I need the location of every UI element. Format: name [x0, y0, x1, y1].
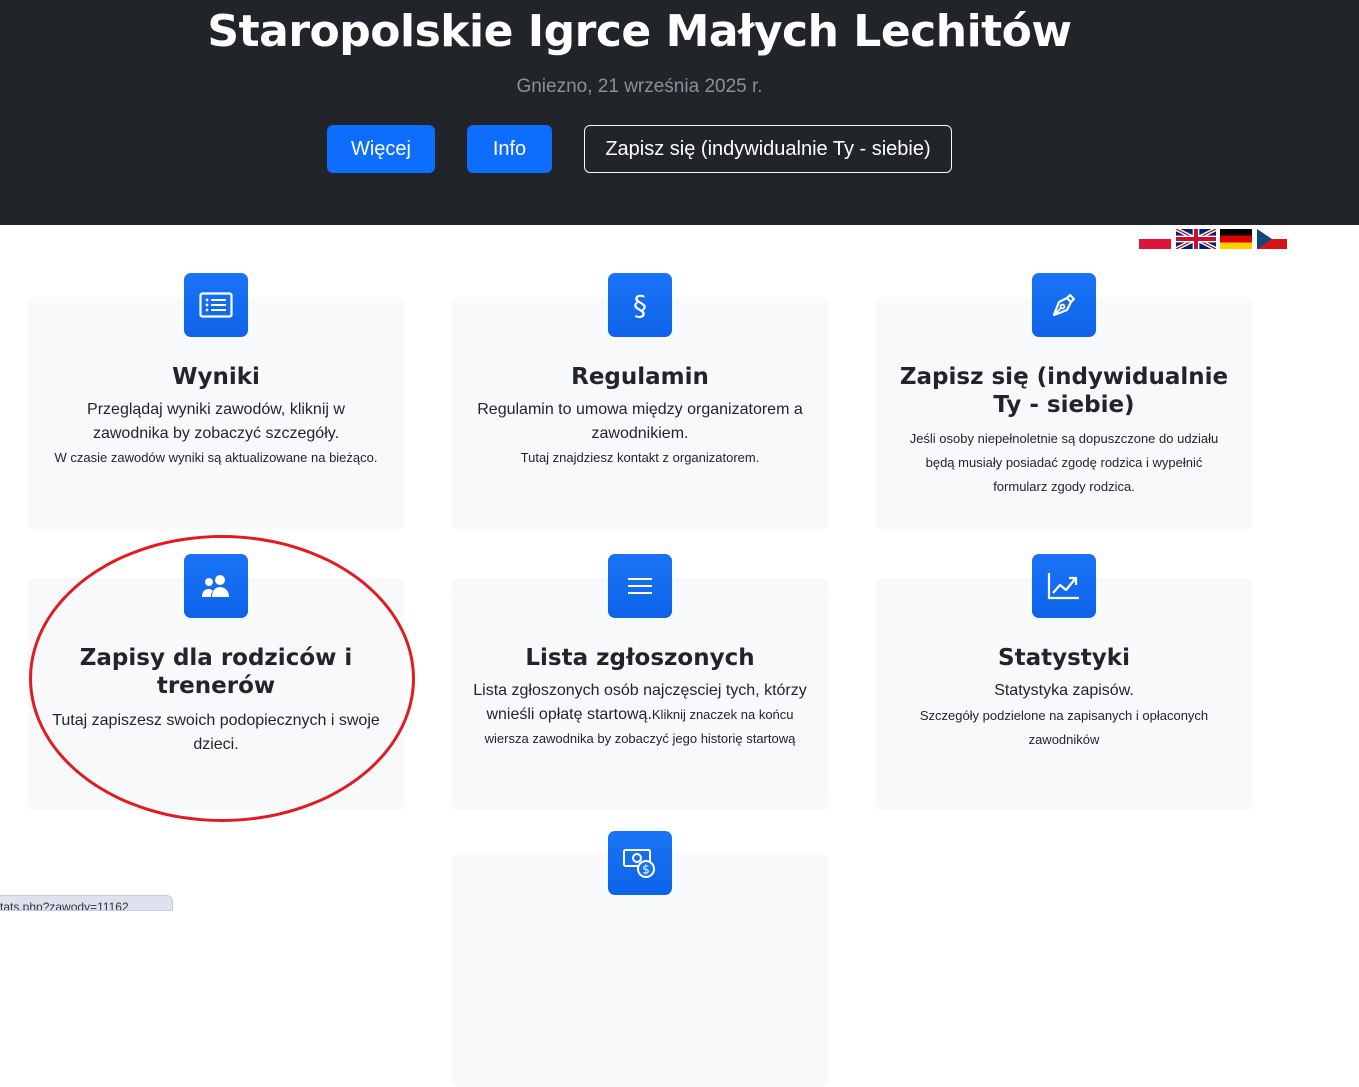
pen-icon: [1032, 273, 1096, 337]
card-note: Tutaj znajdziesz kontakt z organizatorem…: [520, 450, 760, 465]
header: Staropolskie Igrce Małych Lechitów Gniez…: [0, 0, 1359, 225]
people-icon: [184, 554, 248, 618]
card-description: Statystyka zapisów.: [994, 682, 1134, 699]
more-button[interactable]: Więcej: [327, 125, 435, 173]
page-title: Staropolskie Igrce Małych Lechitów: [207, 6, 1072, 57]
card-title: Regulamin: [571, 364, 709, 390]
card-note: W czasie zawodów wyniki są aktualizowane…: [54, 450, 378, 465]
entries-list-card[interactable]: Lista zgłoszonych Lista zgłoszonych osób…: [452, 554, 828, 810]
chart-icon: [1032, 554, 1096, 618]
paragraph-icon: §: [608, 273, 672, 337]
menu-icon: [608, 554, 672, 618]
statistics-card[interactable]: Statystyki Statystyka zapisów. Szczegóły…: [876, 554, 1252, 810]
rules-card[interactable]: § Regulamin Regulamin to umowa między or…: [452, 273, 828, 529]
card-note: Szczegóły podzielone na zapisanych i opł…: [919, 708, 1209, 747]
list-icon: [184, 273, 248, 337]
cash-coin-icon: $: [608, 831, 672, 895]
flag-cz-icon[interactable]: [1256, 229, 1288, 249]
card-title: Zapisz się (indywidualnie Ty - siebie): [899, 364, 1229, 418]
card-title: Wyniki: [172, 364, 260, 390]
parents-signup-card[interactable]: Zapisy dla rodziców i trenerów Tutaj zap…: [28, 554, 404, 810]
info-button[interactable]: Info: [467, 125, 552, 173]
card-title: Statystyki: [998, 645, 1130, 671]
results-card[interactable]: Wyniki Przeglądaj wyniki zawodów, klikni…: [28, 273, 404, 529]
signup-card[interactable]: Zapisz się (indywidualnie Ty - siebie) J…: [876, 273, 1252, 529]
card-description: Regulamin to umowa między organizatorem …: [477, 401, 803, 442]
payments-card[interactable]: $: [452, 831, 828, 1087]
card-title: Lista zgłoszonych: [525, 645, 755, 671]
card-description: Tutaj zapiszesz swoich podopiecznych i s…: [52, 712, 380, 753]
svg-text:$: $: [642, 863, 650, 877]
flag-de-icon[interactable]: [1220, 229, 1252, 249]
signup-button[interactable]: Zapisz się (indywidualnie Ty - siebie): [584, 125, 952, 173]
event-date: Gniezno, 21 września 2025 r.: [516, 76, 763, 97]
card-description: Przeglądaj wyniki zawodów, kliknij w zaw…: [87, 401, 345, 442]
flag-en-icon[interactable]: [1176, 229, 1216, 249]
card-title: Zapisy dla rodziców i trenerów: [79, 645, 353, 699]
flag-pl-icon[interactable]: [1139, 229, 1171, 249]
card-note: Jeśli osoby niepełnoletnie są dopuszczon…: [909, 431, 1219, 494]
card-description: Lista zgłoszonych osób najczęsciej tych,…: [468, 679, 812, 751]
